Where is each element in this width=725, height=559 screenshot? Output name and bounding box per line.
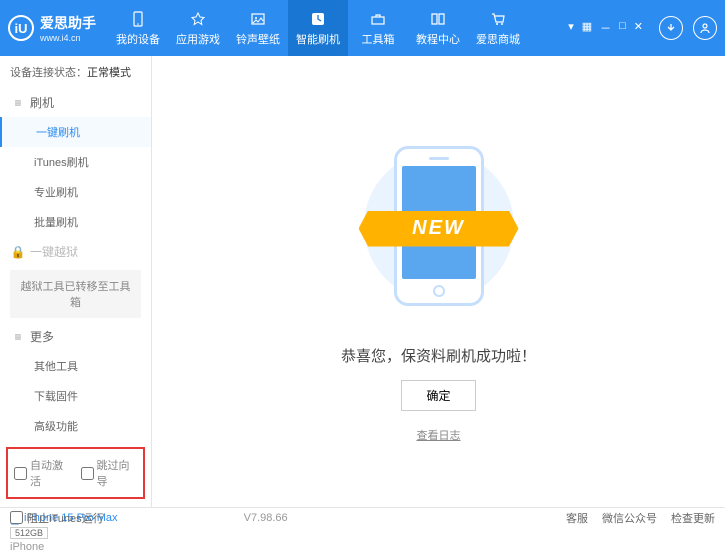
app-header: iU 爱思助手 www.i4.cn 我的设备 应用游戏 铃声壁纸 智能刷机 工具… <box>0 0 725 56</box>
view-log-link[interactable]: 查看日志 <box>417 427 461 443</box>
success-illustration: NEW <box>374 141 504 321</box>
app-url: www.i4.cn <box>40 33 96 43</box>
toolbox-icon <box>369 10 387 28</box>
maximize-icon[interactable]: □ <box>617 18 628 38</box>
lock-icon: 🔒 <box>12 245 24 259</box>
checkbox-skip-setup[interactable]: 跳过向导 <box>81 457 138 489</box>
sidebar-item-pro-flash[interactable]: 专业刷机 <box>0 177 151 207</box>
main-content: NEW 恭喜您，保资料刷机成功啦！ 确定 查看日志 <box>152 56 725 507</box>
nav-apps[interactable]: 应用游戏 <box>168 0 228 56</box>
logo-area: iU 爱思助手 www.i4.cn <box>8 13 108 43</box>
new-ribbon: NEW <box>359 211 519 247</box>
sidebar-item-download-firmware[interactable]: 下载固件 <box>0 381 151 411</box>
list-icon: ≡ <box>12 96 24 110</box>
sidebar: 设备连接状态：正常模式 ≡刷机 一键刷机 iTunes刷机 专业刷机 批量刷机 … <box>0 56 152 507</box>
close-icon[interactable]: ✕ <box>632 18 645 38</box>
jailbreak-note: 越狱工具已转移至工具箱 <box>10 270 141 318</box>
sidebar-item-batch-flash[interactable]: 批量刷机 <box>0 207 151 237</box>
sidebar-item-advanced[interactable]: 高级功能 <box>0 411 151 441</box>
user-button[interactable] <box>693 16 717 40</box>
nav-flash[interactable]: 智能刷机 <box>288 0 348 56</box>
options-box: 自动激活 跳过向导 <box>6 447 145 499</box>
nav-tutorials[interactable]: 教程中心 <box>408 0 468 56</box>
version-label: V7.98.66 <box>244 512 288 524</box>
ok-button[interactable]: 确定 <box>401 380 475 411</box>
footer-link-support[interactable]: 客服 <box>566 510 588 526</box>
device-icon <box>129 10 147 28</box>
top-nav: 我的设备 应用游戏 铃声壁纸 智能刷机 工具箱 教程中心 爱思商城 <box>108 0 528 56</box>
nav-ringtones[interactable]: 铃声壁纸 <box>228 0 288 56</box>
menu-icon[interactable]: ▾ <box>566 18 576 38</box>
storage-badge: 512GB <box>10 527 48 539</box>
skin-icon[interactable]: ▦ <box>580 18 594 38</box>
sidebar-item-other-tools[interactable]: 其他工具 <box>0 351 151 381</box>
section-flash[interactable]: ≡刷机 <box>0 88 151 117</box>
checkbox-block-itunes[interactable]: 阻止iTunes运行 <box>10 510 104 526</box>
download-button[interactable] <box>659 16 683 40</box>
cart-icon <box>489 10 507 28</box>
section-jailbreak[interactable]: 🔒一键越狱 <box>0 237 151 266</box>
window-controls: ▾ ▦ － □ ✕ <box>566 18 645 38</box>
connection-status: 设备连接状态：正常模式 <box>0 56 151 88</box>
list-icon: ≡ <box>12 330 24 344</box>
device-type: iPhone <box>10 541 141 553</box>
book-icon <box>429 10 447 28</box>
section-more[interactable]: ≡更多 <box>0 322 151 351</box>
sidebar-item-oneclick-flash[interactable]: 一键刷机 <box>0 117 151 147</box>
logo-icon: iU <box>8 15 34 41</box>
footer-link-wechat[interactable]: 微信公众号 <box>602 510 657 526</box>
minimize-icon[interactable]: － <box>598 18 613 38</box>
nav-store[interactable]: 爱思商城 <box>468 0 528 56</box>
nav-my-device[interactable]: 我的设备 <box>108 0 168 56</box>
flash-icon <box>309 10 327 28</box>
footer-link-update[interactable]: 检查更新 <box>671 510 715 526</box>
header-right: ▾ ▦ － □ ✕ <box>566 16 717 40</box>
sidebar-item-itunes-flash[interactable]: iTunes刷机 <box>0 147 151 177</box>
success-message: 恭喜您，保资料刷机成功啦！ <box>341 345 536 366</box>
app-title: 爱思助手 <box>40 13 96 33</box>
apps-icon <box>189 10 207 28</box>
image-icon <box>249 10 267 28</box>
nav-toolbox[interactable]: 工具箱 <box>348 0 408 56</box>
checkbox-auto-activate[interactable]: 自动激活 <box>14 457 71 489</box>
